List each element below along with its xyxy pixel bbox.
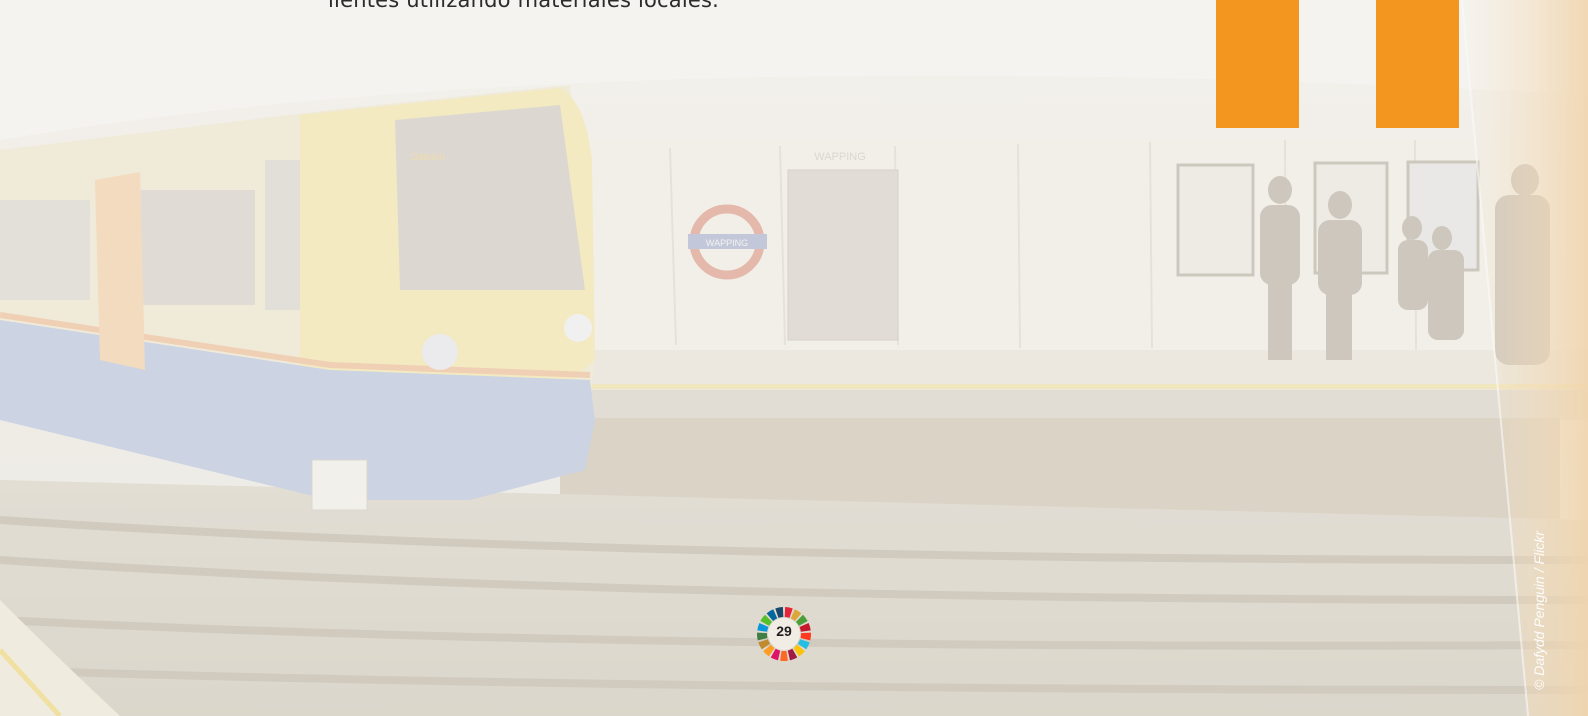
sdg-wheel-segment: [780, 650, 788, 661]
sdg-wheel-segment: [775, 607, 784, 618]
page-number-badge: 29: [756, 606, 812, 666]
photo-credit: © Dafydd Penguin / Flickr: [1531, 531, 1547, 690]
orange-accent-bar-right: [1376, 0, 1459, 128]
body-text-line: lientes utilizando materiales locales.: [328, 0, 720, 12]
page-number: 29: [776, 623, 792, 639]
document-page: WAPPING WAPPING Dalston lientes utilizan…: [0, 0, 1588, 716]
sdg-wheel-segment: [784, 607, 793, 618]
orange-accent-bar-left: [1216, 0, 1299, 128]
